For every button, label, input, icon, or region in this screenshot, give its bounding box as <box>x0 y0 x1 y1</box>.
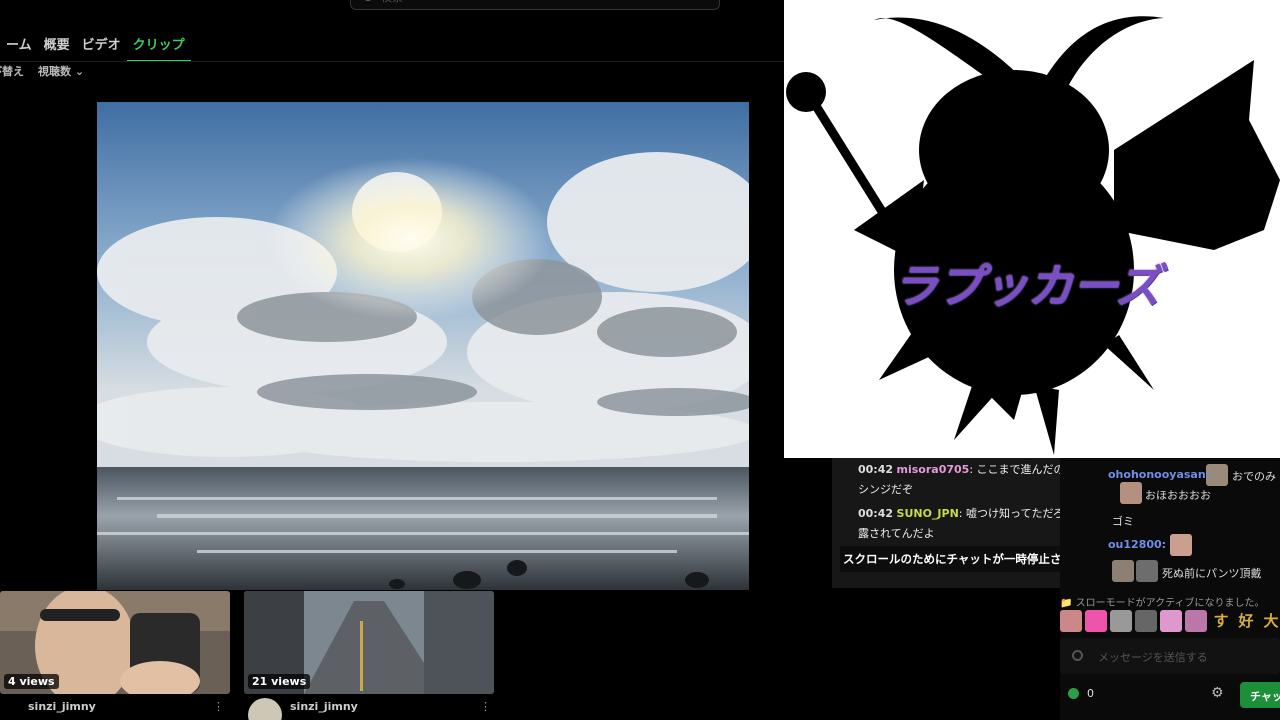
chat-time: 00:42 <box>858 463 894 476</box>
gear-icon[interactable]: ⚙ <box>1211 685 1224 701</box>
chat-user[interactable]: SUNO_JPN <box>897 507 959 520</box>
chat-time: 00:42 <box>858 507 894 520</box>
sort-dropdown[interactable]: 視聴数 ⌄ <box>38 63 84 79</box>
demon-silhouette-logo <box>786 16 1280 455</box>
chat-line: ou12800: <box>1108 538 1166 551</box>
emote-icon <box>1170 534 1192 556</box>
uploader-name[interactable]: sinzi_jimny <box>290 700 358 713</box>
tab-about[interactable]: 概要 <box>38 28 76 62</box>
chat-text: 露されてんだよ <box>858 527 935 540</box>
more-options-icon[interactable]: ⋮ <box>480 700 491 713</box>
slow-mode-text: スローモードがアクティブになりました。 <box>1075 598 1265 609</box>
emote-icon <box>1112 560 1134 582</box>
chat-text: ゴミ <box>1112 515 1134 528</box>
channel-tabs: ーム 概要 ビデオ クリップ <box>0 28 191 62</box>
emote-icon[interactable] <box>1160 610 1182 632</box>
clip-thumbnail-2[interactable]: 21 views <box>244 591 494 694</box>
points-icon <box>1068 688 1079 699</box>
slow-mode-notice: 📁 スローモードがアクティブになりました。 <box>1060 598 1265 609</box>
message-placeholder: メッセージを送信する <box>1098 651 1208 664</box>
chevron-down-icon: ⌄ <box>74 65 85 78</box>
chat-line: おほおおおお <box>1145 487 1211 503</box>
chat-line: おでのみ <box>1232 468 1276 484</box>
chat-text: シンジだぞ <box>858 483 913 496</box>
emote-icon[interactable] <box>1060 610 1082 632</box>
live-chat-panel: ohohonooyasan: おでのみ おほおおおお ゴミ ou12800: 死… <box>1060 458 1280 720</box>
sort-bar: 並び替え 視聴数 ⌄ <box>0 63 84 79</box>
chat-text: おでのみ <box>1232 470 1276 483</box>
clip-thumbnail-1[interactable]: 4 views <box>0 591 230 694</box>
emote-icon[interactable] <box>1135 610 1157 632</box>
emote-bar: す 好 大 <box>1060 610 1280 632</box>
search-placeholder: 検索 <box>381 0 403 5</box>
clip-preview-image[interactable] <box>97 102 749 590</box>
stream-logo-overlay: ラプッカーズ <box>784 0 1280 458</box>
chat-text: 死ぬ前にパンツ頂戴 <box>1162 567 1262 580</box>
emote-picker-icon[interactable] <box>1072 650 1083 661</box>
tabs-divider <box>0 61 784 62</box>
emote-icon[interactable] <box>1085 610 1107 632</box>
sort-label: 並び替え <box>0 65 24 78</box>
emote-icon <box>1120 482 1142 504</box>
chat-message: 00:42 SUNO_JPN: 嘘つけ知ってただろ暴 露されてんだよ <box>858 507 1075 540</box>
chat-line: ohohonooyasan: <box>1108 468 1210 481</box>
avatar[interactable] <box>248 698 282 720</box>
view-count: 4 views <box>4 674 59 689</box>
search-bar[interactable]: 検索 <box>350 0 720 10</box>
chat-user[interactable]: misora0705 <box>897 463 970 476</box>
chat-text: おほおおおお <box>1145 489 1211 502</box>
points-count: 0 <box>1087 687 1094 700</box>
channel-points[interactable]: 0 <box>1068 687 1094 700</box>
chat-user[interactable]: ou12800: <box>1108 538 1166 551</box>
tab-videos[interactable]: ビデオ <box>76 28 127 62</box>
emote-text[interactable]: 好 <box>1235 610 1257 632</box>
emote-icon[interactable] <box>1110 610 1132 632</box>
uploader-name[interactable]: sinzi_jimny <box>28 700 96 713</box>
search-icon <box>363 0 373 1</box>
chat-line: 死ぬ前にパンツ頂戴 <box>1162 565 1262 581</box>
sky-sea-photo <box>97 102 749 590</box>
sort-value: 視聴数 <box>38 65 71 78</box>
chat-user[interactable]: ohohonooyasan: <box>1108 468 1210 481</box>
emote-text[interactable]: す <box>1210 610 1232 632</box>
tab-home[interactable]: ーム <box>0 28 38 62</box>
chat-send-button[interactable]: チャット <box>1240 682 1280 708</box>
logo-title: ラプッカーズ <box>892 259 1161 313</box>
view-count: 21 views <box>248 674 311 689</box>
chat-text: 嘘つけ知ってただろ暴 <box>966 507 1075 520</box>
chat-message: 00:42 misora0705: ここまで進んだのは シンジだぞ <box>858 463 1076 496</box>
tab-clips[interactable]: クリップ <box>126 28 191 62</box>
emote-text[interactable]: 大 <box>1260 610 1280 632</box>
emote-icon[interactable] <box>1185 610 1207 632</box>
chat-message-input[interactable]: メッセージを送信する <box>1060 638 1280 674</box>
chat-line: ゴミ <box>1112 513 1134 529</box>
emote-icon <box>1136 560 1158 582</box>
more-options-icon[interactable]: ⋮ <box>213 700 224 713</box>
